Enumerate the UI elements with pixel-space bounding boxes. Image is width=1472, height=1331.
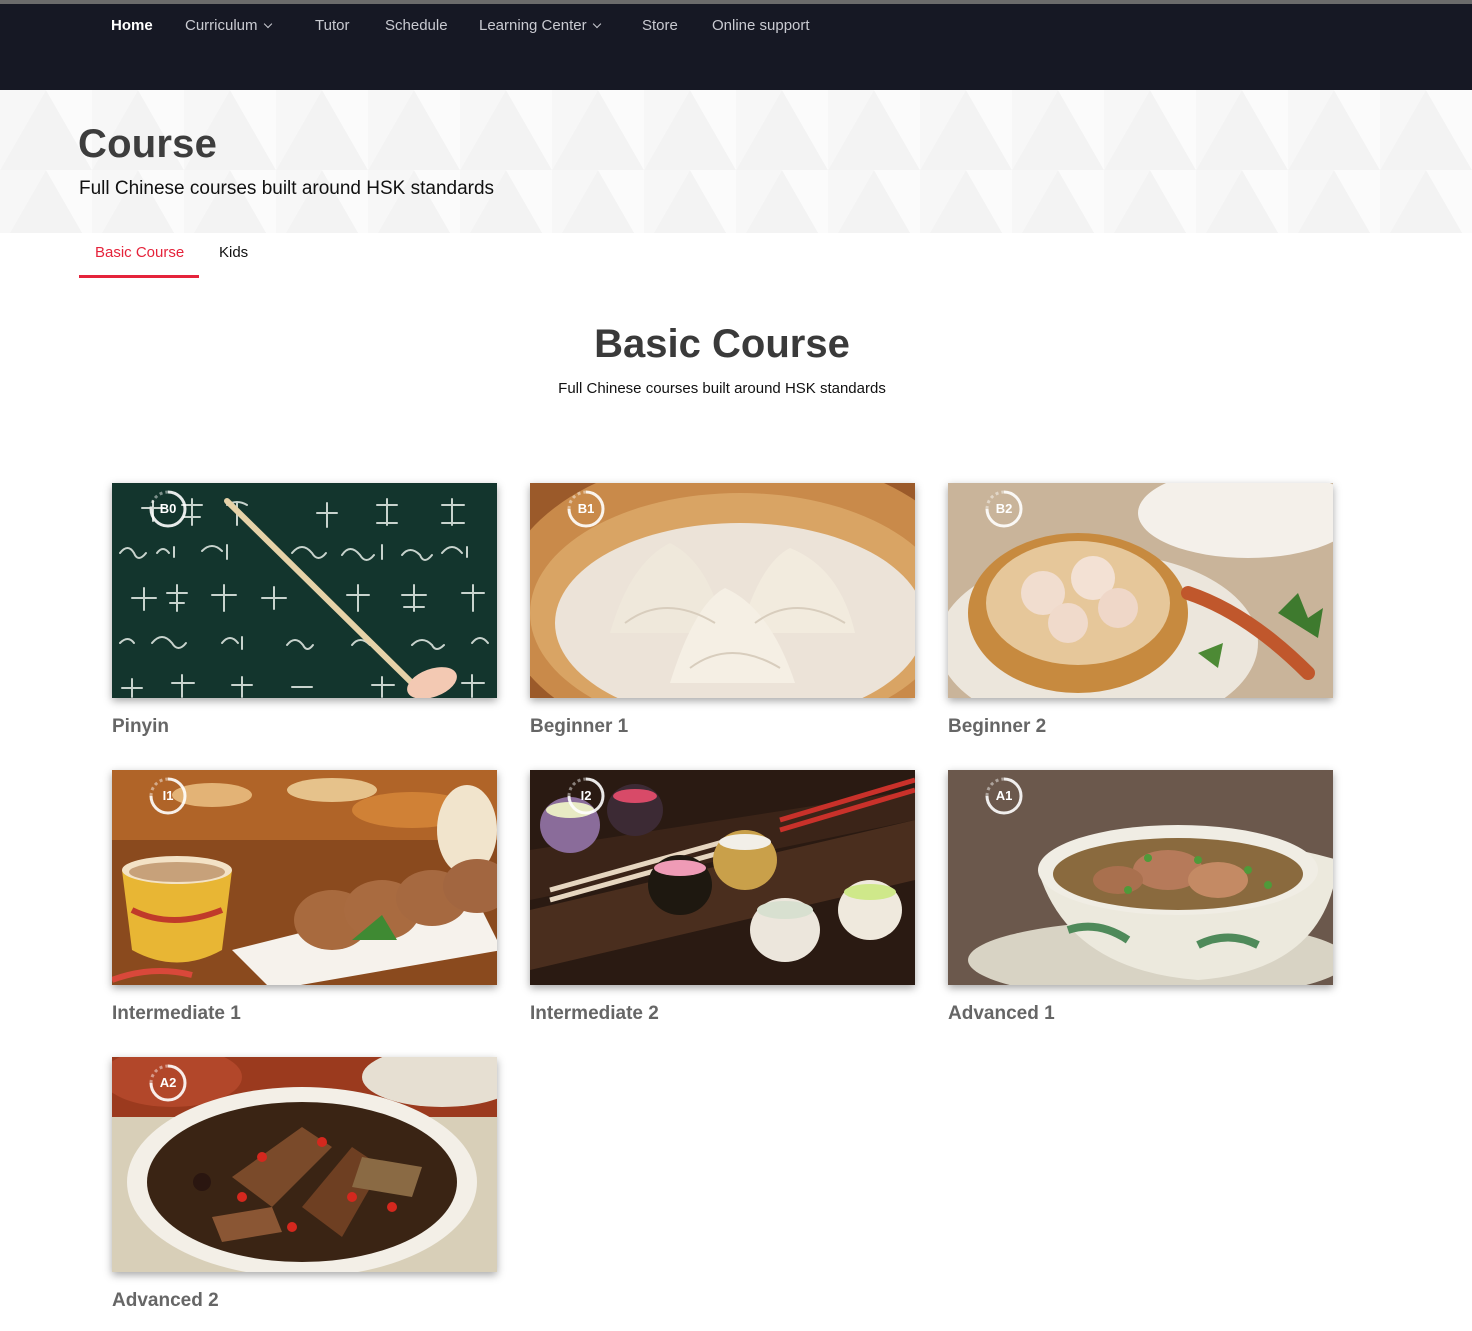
level-badge: B1 [577, 501, 595, 516]
course-thumbnail[interactable]: I2 [530, 770, 915, 985]
course-card-beginner-2[interactable]: B2 Beginner 2 [948, 483, 1333, 738]
nav-tutor-link[interactable]: Tutor [315, 17, 349, 34]
nav-home-link[interactable]: Home [111, 17, 153, 34]
level-badge: A2 [159, 1075, 177, 1090]
page-subtitle: Full Chinese courses built around HSK st… [79, 178, 495, 199]
nav-store-label: Store [642, 17, 678, 34]
chevron-down-icon [592, 19, 601, 29]
course-card-beginner-1[interactable]: B1 Beginner 1 [530, 483, 915, 738]
nav-schedule-label: Schedule [385, 17, 448, 34]
nav-curriculum-label: Curriculum [185, 17, 258, 34]
level-badge: I2 [580, 788, 592, 803]
hero-banner: Course Full Chinese courses built around… [0, 90, 1472, 233]
level-badge: A1 [995, 788, 1013, 803]
active-tab-indicator [79, 275, 199, 278]
course-card-intermediate-1[interactable]: I1 Intermediate 1 [112, 770, 497, 1025]
course-title[interactable]: Intermediate 1 [112, 1003, 497, 1025]
level-badge: B2 [995, 501, 1013, 516]
course-card-advanced-1[interactable]: A1 Advanced 1 [948, 770, 1333, 1025]
course-card-advanced-2[interactable]: A2 Advanced 2 [112, 1057, 497, 1312]
page-title: Course [78, 122, 218, 166]
nav-home-label: Home [111, 17, 153, 34]
course-title[interactable]: Advanced 2 [112, 1290, 497, 1312]
section-subtitle: Full Chinese courses built around HSK st… [558, 380, 886, 397]
section-title: Basic Course [594, 322, 850, 366]
course-thumbnail[interactable]: B0 [112, 483, 497, 698]
nav-online-support-label: Online support [712, 17, 810, 34]
hero-triangle-pattern [0, 90, 1472, 233]
course-title[interactable]: Beginner 1 [530, 716, 915, 738]
nav-learning-center-menu[interactable]: Learning Center [479, 17, 601, 34]
nav-online-support-link[interactable]: Online support [712, 17, 810, 34]
tab-basic-course[interactable]: Basic Course [95, 244, 184, 261]
course-title[interactable]: Beginner 2 [948, 716, 1333, 738]
nav-curriculum-menu[interactable]: Curriculum [185, 17, 272, 34]
course-title[interactable]: Intermediate 2 [530, 1003, 915, 1025]
top-navbar: Home Curriculum Tutor Schedule Learning … [0, 4, 1472, 90]
course-thumbnail[interactable]: B2 [948, 483, 1333, 698]
course-thumbnail[interactable]: A1 [948, 770, 1333, 985]
course-title[interactable]: Advanced 1 [948, 1003, 1333, 1025]
tab-kids[interactable]: Kids [219, 244, 248, 261]
chevron-down-icon [263, 19, 272, 29]
course-title[interactable]: Pinyin [112, 716, 497, 738]
course-thumbnail[interactable]: A2 [112, 1057, 497, 1272]
nav-schedule-link[interactable]: Schedule [385, 17, 448, 34]
course-card-intermediate-2[interactable]: I2 Intermediate 2 [530, 770, 915, 1025]
nav-tutor-label: Tutor [315, 17, 350, 34]
nav-store-link[interactable]: Store [642, 17, 678, 34]
course-thumbnail[interactable]: I1 [112, 770, 497, 985]
course-card-pinyin[interactable]: B0 Pinyin [112, 483, 497, 738]
level-badge: B0 [159, 501, 177, 516]
nav-learning-center-label: Learning Center [479, 17, 587, 34]
level-badge: I1 [162, 788, 174, 803]
course-thumbnail[interactable]: B1 [530, 483, 915, 698]
